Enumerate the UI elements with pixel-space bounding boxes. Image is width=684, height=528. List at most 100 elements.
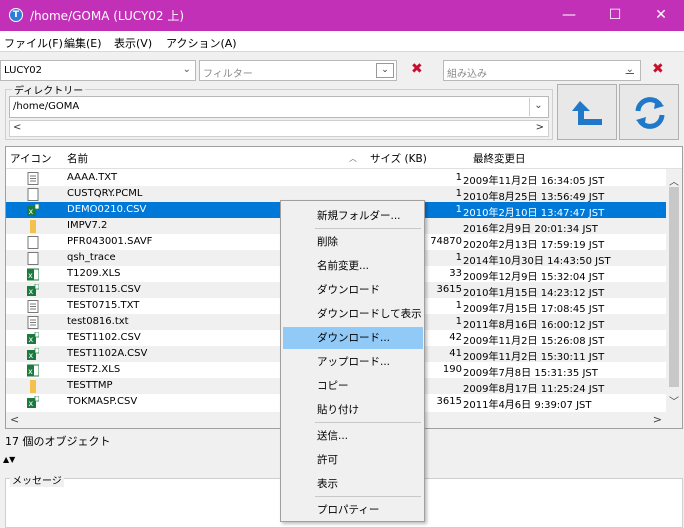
filter-input[interactable]: フィルター ⌄ xyxy=(199,60,397,81)
context-menu-item[interactable]: 名前変更... xyxy=(283,255,423,277)
file-modified: 2010年2月10日 13:47:47 JST xyxy=(463,208,605,219)
column-icon[interactable]: アイコン xyxy=(10,151,51,166)
file-file-icon xyxy=(27,252,39,265)
scroll-right-icon[interactable]: > xyxy=(536,122,544,133)
title-bar: T /home/GOMA (LUCY02 上) — ☐ ✕ xyxy=(0,0,684,31)
chevron-down-icon[interactable]: ⌄ xyxy=(529,98,547,116)
context-menu-item[interactable]: ダウンロード... xyxy=(283,327,423,349)
up-arrow-icon xyxy=(572,101,602,125)
menu-separator xyxy=(315,228,421,229)
file-name: CUSTQRY.PCML xyxy=(67,188,143,199)
scroll-left-icon[interactable]: < xyxy=(10,413,19,426)
text-file-icon xyxy=(27,300,39,313)
folder-file-icon xyxy=(27,380,39,393)
menu-bar: ファイル(F) 編集(E) 表示(V) アクション(A) xyxy=(0,31,684,52)
menu-view[interactable]: 表示(V) xyxy=(114,35,152,51)
chevron-down-icon[interactable]: ⌄ xyxy=(626,64,634,75)
refresh-button[interactable] xyxy=(619,84,679,140)
svg-text:x: x xyxy=(29,287,34,296)
excel-file-icon: x xyxy=(27,203,40,217)
chevron-down-icon: ⌄ xyxy=(182,64,191,75)
context-menu-item[interactable]: ダウンロード xyxy=(283,279,423,301)
scroll-right-icon[interactable]: > xyxy=(653,413,662,426)
file-name: TEST1102.CSV xyxy=(67,332,141,343)
scroll-left-icon[interactable]: < xyxy=(13,122,21,133)
context-menu-item[interactable]: 新規フォルダー... xyxy=(283,205,423,227)
context-menu-item[interactable]: 許可 xyxy=(283,449,423,471)
excel-file-icon: x xyxy=(27,395,40,409)
context-menu-item[interactable]: 貼り付け xyxy=(283,399,423,421)
window-title: /home/GOMA (LUCY02 上) xyxy=(30,9,185,23)
file-name: test0816.txt xyxy=(67,316,129,327)
file-name: qsh_trace xyxy=(67,252,116,263)
context-menu-item[interactable]: 表示 xyxy=(283,473,423,495)
menu-separator xyxy=(315,422,421,423)
context-menu-item[interactable]: アップロード... xyxy=(283,351,423,373)
svg-text:x: x xyxy=(28,271,33,280)
context-menu-item[interactable]: 送信... xyxy=(283,425,423,447)
vertical-scrollbar[interactable]: ︿ ﹀ xyxy=(666,169,682,412)
file-modified: 2011年8月16日 16:00:12 JST xyxy=(463,320,605,331)
scroll-up-icon[interactable]: ︿ xyxy=(669,173,679,188)
column-size[interactable]: サイズ (KB) xyxy=(370,151,427,166)
minimize-button[interactable]: — xyxy=(546,0,592,31)
builtin-filter-select[interactable]: 組み込み ⌄ xyxy=(443,60,641,81)
app-icon: T xyxy=(9,8,23,22)
file-modified: 2010年8月25日 13:56:49 JST xyxy=(463,192,605,203)
file-row[interactable]: AAAA.TXT 1 2009年11月2日 16:34:05 JST xyxy=(6,170,666,187)
context-menu-item[interactable]: ダウンロードして表示 xyxy=(283,303,423,325)
excel-file-icon: x xyxy=(27,331,40,345)
svg-text:x: x xyxy=(28,367,33,376)
svg-text:x: x xyxy=(29,399,34,408)
clear-filter-icon[interactable]: ✖ xyxy=(411,61,423,77)
context-menu-item[interactable]: 削除 xyxy=(283,231,423,253)
path-scrollbar[interactable]: < > xyxy=(9,120,549,137)
file-modified: 2009年7月15日 17:08:45 JST xyxy=(463,304,605,315)
parent-folder-button[interactable] xyxy=(557,84,617,140)
svg-text:x: x xyxy=(29,335,34,344)
file-modified: 2016年2月9日 20:01:34 JST xyxy=(463,224,598,235)
clear-builtin-icon[interactable]: ✖ xyxy=(652,61,664,77)
column-modified[interactable]: 最終変更日 xyxy=(473,151,526,166)
file-modified: 2010年1月15日 14:23:12 JST xyxy=(463,288,605,299)
context-menu-item[interactable]: コピー xyxy=(283,375,423,397)
file-name: TEST0715.TXT xyxy=(67,300,140,311)
filter-dropdown-icon[interactable]: ⌄ xyxy=(376,63,394,78)
file-modified: 2009年12月9日 15:32:04 JST xyxy=(463,272,605,283)
file-name: IMPV7.2 xyxy=(67,220,108,231)
menu-action[interactable]: アクション(A) xyxy=(166,35,237,51)
object-count: 17 個のオブジェクト xyxy=(5,435,111,448)
maximize-button[interactable]: ☐ xyxy=(592,0,638,31)
folder-file-icon xyxy=(27,220,39,233)
text-file-icon xyxy=(27,172,39,185)
system-value: LUCY02 xyxy=(4,65,43,76)
close-button[interactable]: ✕ xyxy=(638,0,684,31)
file-size: 1 xyxy=(455,172,462,183)
directory-path-input[interactable]: /home/GOMA ⌄ xyxy=(9,96,549,118)
excel-file-icon: x xyxy=(27,347,40,361)
message-legend: メッセージ xyxy=(10,472,64,487)
scroll-down-icon[interactable]: ﹀ xyxy=(669,393,679,408)
excel-file-icon: x xyxy=(27,283,40,297)
file-name: T1209.XLS xyxy=(67,268,121,279)
menu-edit[interactable]: 編集(E) xyxy=(64,35,102,51)
file-modified: 2011年4月6日 9:39:07 JST xyxy=(463,400,592,411)
file-name: TEST0115.CSV xyxy=(67,284,141,295)
file-modified: 2009年8月17日 11:25:24 JST xyxy=(463,384,605,395)
file-size: 1 xyxy=(455,188,462,199)
svg-text:x: x xyxy=(29,207,34,216)
splitter-toggle-icon[interactable]: ▲▼ xyxy=(3,455,15,464)
excel2-file-icon: x xyxy=(26,268,40,281)
file-modified: 2014年10月30日 14:43:50 JST xyxy=(463,256,611,267)
menu-file[interactable]: ファイル(F) xyxy=(4,35,63,51)
builtin-placeholder: 組み込み xyxy=(447,69,487,80)
scroll-thumb[interactable] xyxy=(669,187,679,387)
file-name: AAAA.TXT xyxy=(67,172,118,183)
svg-text:x: x xyxy=(29,351,34,360)
file-file-icon xyxy=(27,188,39,201)
column-name[interactable]: 名前 xyxy=(67,151,88,166)
directory-path: /home/GOMA xyxy=(13,101,80,112)
text-file-icon xyxy=(27,316,39,329)
system-select[interactable]: LUCY02 ⌄ xyxy=(0,60,196,81)
context-menu-item[interactable]: プロパティー xyxy=(283,499,423,521)
